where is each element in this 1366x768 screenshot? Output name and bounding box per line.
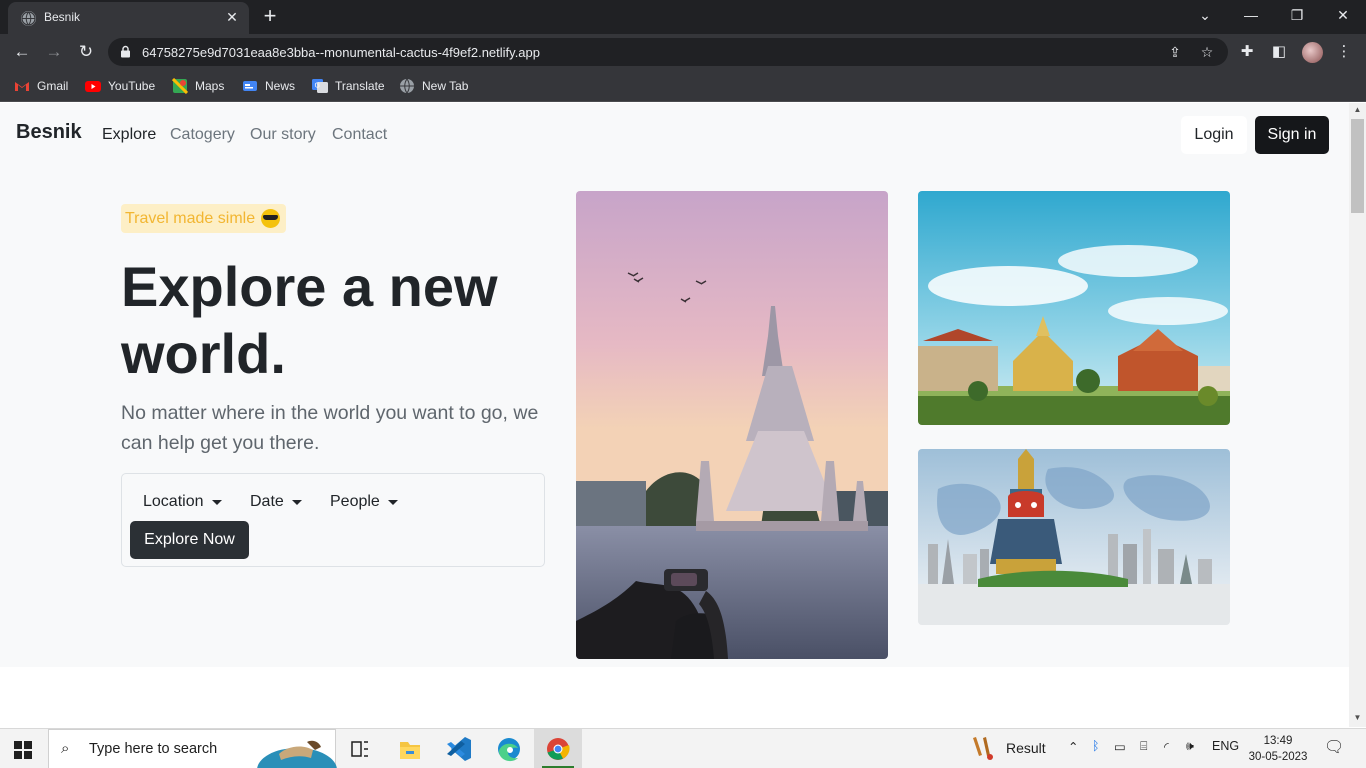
notification-center-icon[interactable]: 🗨 [1324,737,1344,757]
bookmark-translate[interactable]: G Translate [312,76,385,96]
nav-our-story[interactable]: Our story [250,126,316,144]
bluetooth-icon[interactable]: ᛒ [1092,739,1100,753]
new-tab-plus-icon[interactable]: + [258,5,282,29]
result-label[interactable]: Result [1006,740,1046,756]
wifi-icon[interactable]: ◜ [1164,739,1169,754]
close-window-icon[interactable]: ✕ [1320,0,1366,32]
news-icon [242,78,258,94]
site-navbar: Besnik Explore Catogery Our story Contac… [0,103,1349,169]
scroll-up-arrow-icon[interactable]: ▲ [1349,105,1366,117]
bookmark-label: New Tab [422,79,469,93]
volume-icon[interactable]: 🕪 [1186,739,1194,754]
translate-icon: G [312,78,328,94]
system-clock[interactable]: 13:49 30-05-2023 [1248,733,1308,765]
sign-in-button[interactable]: Sign in [1255,116,1329,154]
tab-title: Besnik [44,10,81,24]
maps-icon [171,77,189,95]
bookmark-youtube[interactable]: YouTube [85,76,155,96]
vscode-icon[interactable] [435,729,483,768]
explore-now-button[interactable]: Explore Now [130,521,249,559]
back-arrow-icon[interactable]: ← [9,39,35,65]
bookmark-star-icon[interactable]: ☆ [1198,43,1216,61]
forward-arrow-icon[interactable]: → [41,39,67,65]
trip-search-form: Location Date People Explore Now [121,473,545,567]
temple-complex-photo [918,191,1230,425]
hero-headline: Explore a new world. [121,255,498,385]
bookmark-new-tab[interactable]: New Tab [399,76,468,96]
sunglasses-emoji-icon [261,209,281,228]
taskbar-search-box[interactable]: ⌕ Type here to search [48,729,337,768]
file-explorer-icon[interactable] [386,729,434,768]
nav-catogery[interactable]: Catogery [170,126,235,144]
globe-icon [21,11,36,26]
close-tab-icon[interactable]: ✕ [223,8,241,26]
login-button[interactable]: Login [1181,116,1247,154]
browser-tab-strip: Besnik ✕ + ⌄ — ❐ ✕ [0,0,1366,34]
url-text: 64758275e9d7031eaa8e3bba--monumental-cac… [142,45,540,60]
gmail-icon [14,78,30,94]
page-viewport: Besnik Explore Catogery Our story Contac… [0,103,1349,727]
hero-lead-text: No matter where in the world you want to… [121,402,539,454]
dropdown-label: Location [143,493,204,510]
minimize-icon[interactable]: — [1228,0,1274,32]
page-scrollbar[interactable]: ▲ ▼ [1349,103,1366,727]
side-panel-icon[interactable]: ◧ [1269,42,1289,62]
people-dropdown[interactable]: People [330,493,398,511]
badge-text: Travel made simle [125,210,256,227]
tab-search-chevron-icon[interactable]: ⌄ [1182,0,1228,32]
bookmark-label: Gmail [37,79,69,93]
meet-now-icon[interactable]: ⌸ [1140,739,1148,754]
language-indicator[interactable]: ENG [1212,739,1239,753]
globe-icon [399,78,415,94]
browser-toolbar: ← → ↻ 64758275e9d7031eaa8e3bba--monument… [0,34,1366,70]
battery-icon[interactable]: ▭ [1114,739,1126,754]
caret-down-icon [387,499,398,505]
bookmark-label: Maps [195,79,225,93]
more-menu-icon[interactable]: ⋮ [1334,42,1354,62]
search-icon: ⌕ [61,740,70,757]
bookmarks-bar: Gmail YouTube Maps News G Translate New … [0,70,1366,102]
extensions-puzzle-icon[interactable]: ✚ [1237,42,1257,62]
clock-time: 13:49 [1263,735,1293,747]
world-landmarks-photo [918,449,1230,625]
location-dropdown[interactable]: Location [143,493,222,511]
bookmark-news[interactable]: News [242,76,295,96]
clock-date: 30-05-2023 [1248,751,1308,763]
tagline-badge: Travel made simle [121,204,287,233]
svg-text:G: G [315,82,320,90]
cricket-result-icon[interactable] [972,735,996,764]
task-view-icon[interactable] [336,729,384,768]
profile-avatar[interactable] [1302,42,1323,63]
search-placeholder: Type here to search [89,741,218,757]
chrome-icon[interactable] [534,729,582,768]
browser-tab[interactable]: Besnik ✕ [8,2,249,34]
edge-icon[interactable] [485,729,533,768]
bookmark-label: Translate [335,79,385,93]
restore-icon[interactable]: ❐ [1274,0,1320,32]
search-highlight-art-icon [257,740,337,768]
reload-icon[interactable]: ↻ [73,39,99,65]
windows-taskbar: ⌕ Type here to search Result ⌃ ᛒ ▭ ⌸ ◜ 🕪… [0,728,1366,768]
bookmark-maps[interactable]: Maps [171,76,225,96]
temple-sunset-photo [576,191,888,659]
scroll-down-arrow-icon[interactable]: ▼ [1349,713,1366,725]
bookmark-gmail[interactable]: Gmail [14,76,68,96]
caret-down-icon [291,499,302,505]
share-icon[interactable]: ⇪ [1166,43,1184,61]
dropdown-label: People [330,493,380,510]
nav-contact[interactable]: Contact [332,126,387,144]
caret-down-icon [211,499,222,505]
date-dropdown[interactable]: Date [250,493,302,511]
address-bar[interactable]: 64758275e9d7031eaa8e3bba--monumental-cac… [108,38,1228,66]
nav-explore[interactable]: Explore [102,126,156,144]
scrollbar-thumb[interactable] [1351,119,1364,213]
show-hidden-icons-chevron-icon[interactable]: ⌃ [1068,739,1078,754]
bookmark-label: YouTube [108,79,156,93]
windows-start-icon[interactable] [14,741,32,759]
lock-icon [121,45,130,58]
youtube-icon [85,78,101,94]
dropdown-label: Date [250,493,284,510]
brand-logo[interactable]: Besnik [16,121,82,144]
bookmark-label: News [265,79,296,93]
